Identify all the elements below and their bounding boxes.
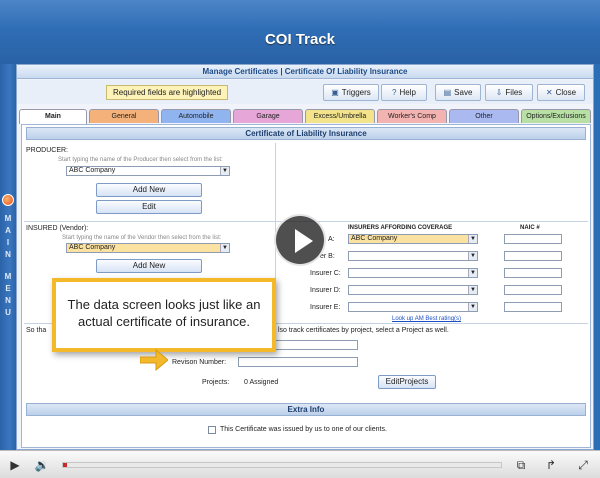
insurer-e-combo[interactable]: ▼ (348, 302, 478, 312)
chevron-down-icon[interactable]: ▼ (468, 269, 477, 277)
chevron-down-icon[interactable]: ▼ (468, 235, 477, 243)
insurer-a-label: A: (328, 236, 335, 243)
insured-hint: Start typing the name of the Vendor then… (62, 235, 222, 241)
chevron-down-icon[interactable]: ▼ (220, 244, 229, 252)
menu-letter: M (4, 214, 12, 223)
revision-number-label: Revison Number: (172, 359, 227, 366)
tab-options-exclusions[interactable]: Options/Exclusions (521, 109, 591, 123)
menu-letter: M (4, 272, 12, 281)
chevron-down-icon[interactable]: ▼ (468, 286, 477, 294)
insurer-a-combo[interactable]: ABC Company ▼ (348, 234, 478, 244)
menu-letter: I (6, 238, 10, 247)
menu-letter: U (5, 308, 11, 317)
section-title: Certificate of Liability Insurance (26, 127, 586, 140)
insured-add-new-button[interactable]: Add New (96, 259, 202, 273)
insured-label: INSURED (Vendor): (26, 225, 89, 232)
insurers-header: INSURERS AFFORDING COVERAGE (348, 225, 453, 231)
tab-strip: Main General Automobile Garage Excess/Um… (19, 109, 593, 124)
extra-info-title: Extra Info (26, 403, 586, 416)
insurer-d-naic-input[interactable] (504, 285, 562, 295)
volume-icon[interactable]: 🔉 (32, 457, 52, 473)
am-best-lookup-link[interactable]: Look up AM Best rating(s) (392, 316, 461, 322)
main-menu-sidebar[interactable]: M A I N M E N U (0, 64, 16, 450)
chevron-down-icon[interactable]: ▼ (220, 167, 229, 175)
producer-edit-button[interactable]: Edit (96, 200, 202, 214)
video-progress-bar[interactable] (62, 462, 502, 468)
projects-assigned-count: 0 Assigned (244, 379, 279, 386)
play-icon (295, 229, 313, 253)
menu-letter: E (5, 284, 11, 293)
required-fields-note: Required fields are highlighted (106, 85, 229, 100)
insurer-b-naic-input[interactable] (504, 251, 562, 261)
window-title: Manage Certificates | Certificate Of Lia… (17, 65, 593, 79)
callout-text-line-1: The data screen looks just like an (67, 297, 261, 312)
projects-note-right: lso track certificates by project, selec… (278, 327, 449, 334)
app-header: COI Track (0, 0, 600, 64)
menu-letter: A (5, 226, 11, 235)
tab-automobile[interactable]: Automobile (161, 109, 231, 123)
insurer-d-label: Insurer D: (310, 287, 341, 294)
menu-letter: N (5, 250, 11, 259)
insurer-a-naic-input[interactable] (504, 234, 562, 244)
save-icon: ▤ (443, 88, 452, 97)
insurer-d-combo[interactable]: ▼ (348, 285, 478, 295)
play-video-button[interactable] (274, 214, 326, 266)
files-button[interactable]: ⇩ Files (485, 84, 533, 101)
menu-letter: N (5, 296, 11, 305)
play-icon[interactable]: ▶ (8, 457, 22, 473)
toolbar: Required fields are highlighted ▣ Trigger… (17, 80, 593, 104)
producer-add-new-button[interactable]: Add New (96, 183, 202, 197)
close-button[interactable]: ✕ Close (537, 84, 585, 101)
tab-general[interactable]: General (89, 109, 159, 123)
chevron-down-icon[interactable]: ▼ (468, 303, 477, 311)
tab-garage[interactable]: Garage (233, 109, 303, 123)
naic-header: NAIC # (520, 225, 540, 231)
app-title: COI Track (264, 31, 336, 48)
tab-main[interactable]: Main (19, 109, 87, 124)
files-icon: ⇩ (495, 88, 503, 97)
callout-arrow-icon (140, 349, 168, 371)
insurer-e-naic-input[interactable] (504, 302, 562, 312)
chevron-down-icon[interactable]: ▼ (468, 252, 477, 260)
insurer-c-naic-input[interactable] (504, 268, 562, 278)
tutorial-callout: The data screen looks just like an actua… (52, 278, 276, 352)
help-icon: ? (392, 88, 397, 97)
producer-hint: Start typing the name of the Producer th… (58, 157, 223, 163)
client-issued-checkbox[interactable] (208, 426, 216, 434)
projects-label: Projects: (202, 379, 230, 386)
popout-icon[interactable]: ⧉ (512, 457, 530, 473)
insurer-c-label: Insurer C: (310, 270, 341, 277)
callout-text-line-2: actual certificate of insurance. (78, 314, 250, 329)
save-button[interactable]: ▤ Save (435, 84, 481, 101)
projects-note-left: So tha (26, 327, 47, 334)
revision-number-input[interactable] (238, 357, 358, 367)
producer-combo[interactable]: ABC Company ▼ (66, 166, 230, 176)
client-issued-checkbox-label: This Certificate was issued by us to one… (220, 426, 387, 433)
producer-label: PRODUCER: (26, 147, 69, 154)
edit-projects-button[interactable]: EditProjects (378, 375, 436, 389)
help-button[interactable]: ? Help (381, 84, 427, 101)
close-icon: ✕ (545, 88, 553, 97)
triggers-button[interactable]: ▣ Triggers (323, 84, 379, 101)
fullscreen-icon[interactable]: ⤢ (574, 457, 592, 473)
bell-icon: ▣ (331, 88, 339, 97)
video-progress-fill (63, 463, 68, 467)
insurer-e-label: Insurer E: (310, 304, 341, 311)
insurer-b-combo[interactable]: ▼ (348, 251, 478, 261)
tab-excess-umbrella[interactable]: Excess/Umbrella (305, 109, 375, 123)
tab-workers-comp[interactable]: Worker's Comp (377, 109, 447, 123)
menu-logo-icon (2, 194, 14, 206)
video-player-bar: ▶ 🔉 ⧉ ↱ ⤢ (0, 450, 600, 478)
share-icon[interactable]: ↱ (542, 457, 560, 473)
insured-combo[interactable]: ABC Company ▼ (66, 243, 230, 253)
insurer-c-combo[interactable]: ▼ (348, 268, 478, 278)
tab-other[interactable]: Other (449, 109, 519, 123)
insurer-b-label: er B: (320, 253, 335, 260)
